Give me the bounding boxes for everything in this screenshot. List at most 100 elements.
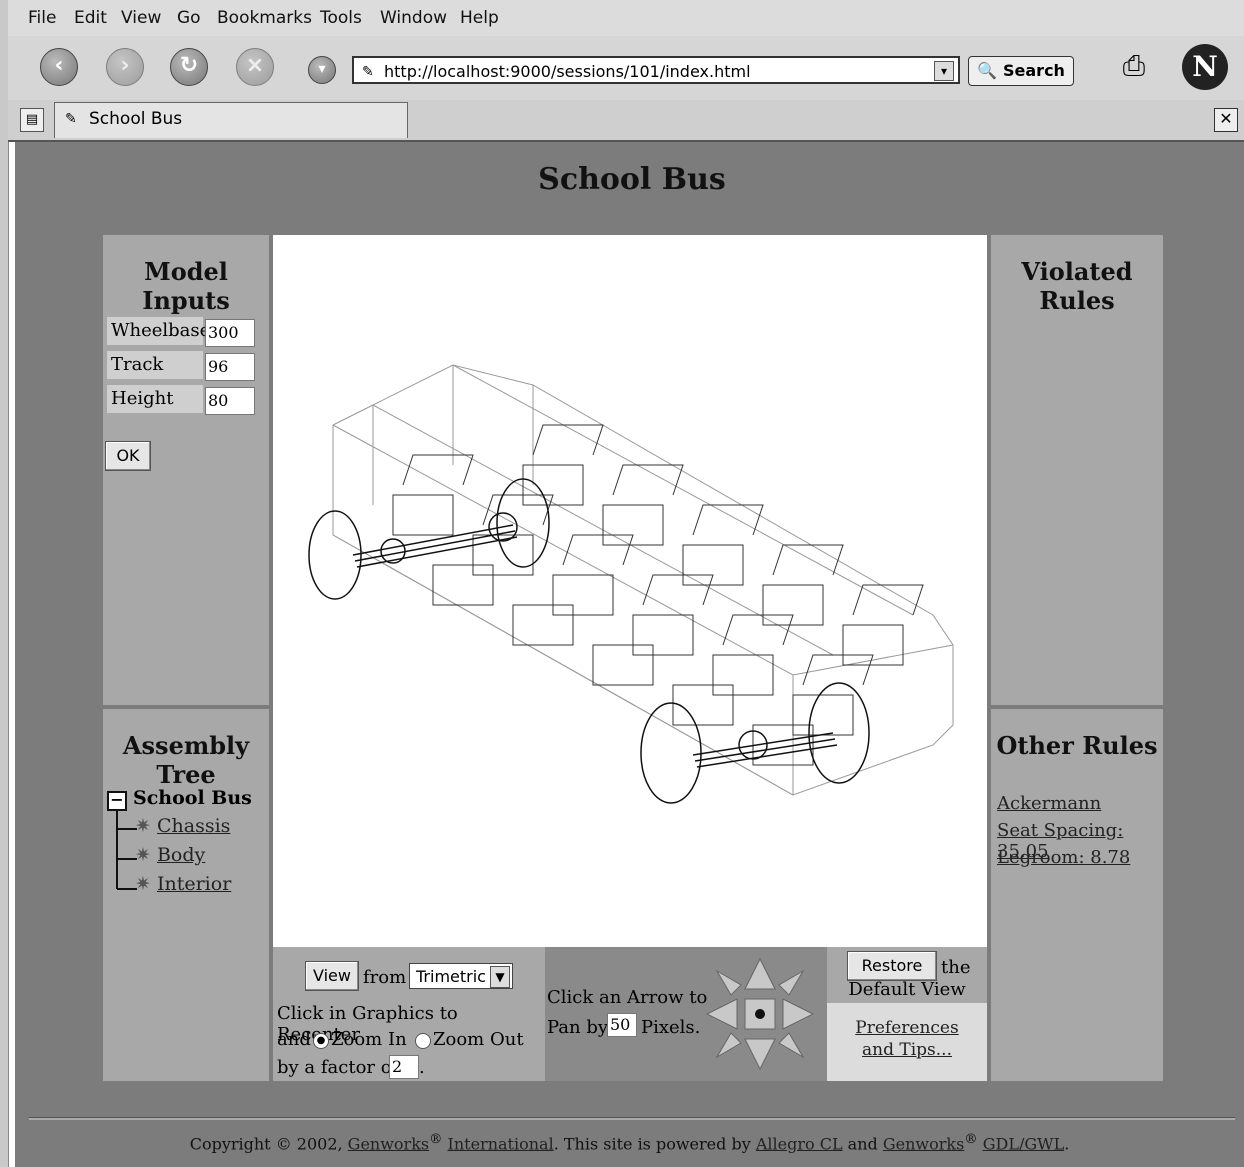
pan-by-label: Pan by	[547, 1017, 609, 1038]
home-dropdown-icon[interactable]: ▾	[308, 56, 336, 84]
height-field[interactable]: 80	[205, 387, 255, 415]
menu-edit[interactable]: Edit	[74, 8, 107, 28]
window-left-edge	[0, 0, 9, 1167]
preferences-box: Preferences and Tips...	[827, 1003, 987, 1081]
back-arrow-icon[interactable]: ‹	[40, 48, 78, 86]
zoom-in-radio[interactable]: ●	[313, 1033, 329, 1049]
menu-tools[interactable]: Tools	[320, 8, 362, 28]
pan-down-left-arrow-icon	[715, 1032, 742, 1059]
model-inputs-heading: Model Inputs	[142, 257, 230, 315]
tree-item-interior[interactable]: ✷ Interior	[135, 873, 231, 895]
page-title: School Bus	[538, 162, 726, 197]
tree-item-body[interactable]: ✷ Body	[135, 844, 205, 866]
violated-rules-panel: Violated Rules	[991, 235, 1163, 705]
url-dropdown-icon[interactable]: ▾	[934, 61, 954, 81]
model-inputs-panel: Model Inputs Wheelbase 300 Track 96 Heig…	[103, 235, 269, 705]
pan-up-left-arrow-icon	[715, 969, 742, 996]
print-icon[interactable]: ⎙	[1112, 48, 1156, 84]
pan-instruction: Click an Arrow to	[547, 987, 708, 1008]
gdl-gwl-link[interactable]: GDL/GWL	[983, 1134, 1064, 1153]
pan-right-arrow-icon	[782, 998, 815, 1030]
and-text: and	[847, 1134, 878, 1154]
new-tab-icon[interactable]: ▤	[20, 108, 44, 132]
close-tab-icon[interactable]: ✕	[1214, 108, 1238, 132]
track-field[interactable]: 96	[205, 353, 255, 381]
zoom-in-label: Zoom In	[331, 1029, 407, 1050]
page-icon: ✎	[362, 64, 374, 80]
school-bus-wireframe	[308, 364, 954, 804]
search-label: Search	[1003, 61, 1065, 80]
menu-file[interactable]: File	[28, 8, 56, 28]
allegro-link[interactable]: Allegro CL	[756, 1134, 843, 1153]
restore-controls: Restore the Default View Preferences and…	[827, 947, 987, 1081]
wheelbase-label: Wheelbase	[107, 317, 210, 345]
tab-school-bus[interactable]: ✎ School Bus	[54, 102, 408, 138]
restore-button[interactable]: Restore	[847, 951, 937, 981]
url-text: http://localhost:9000/sessions/101/index…	[384, 62, 751, 81]
menu-bar: File Edit View Go Bookmarks Tools Window…	[8, 0, 1244, 36]
stop-icon[interactable]: ×	[236, 48, 274, 86]
preferences-link[interactable]: Preferences and Tips...	[837, 1017, 977, 1061]
view-controls: View from Trimetric ▼ Click in Graphics …	[273, 947, 545, 1081]
bus-body-outline	[332, 364, 954, 796]
from-label: from	[363, 967, 407, 988]
rule-link-ackermann[interactable]: Ackermann	[997, 793, 1101, 814]
assembly-tree-panel: Assembly Tree − School Bus ✷ Chassis ✷ B…	[103, 709, 269, 1081]
international-link[interactable]: International	[448, 1134, 554, 1153]
menu-view[interactable]: View	[121, 8, 161, 28]
menu-help[interactable]: Help	[460, 8, 499, 28]
reload-icon[interactable]: ↻	[170, 48, 208, 86]
tree-item-label[interactable]: Chassis	[157, 815, 230, 837]
restore-the-label: the	[941, 957, 971, 978]
tab-label: School Bus	[89, 109, 183, 129]
pan-up-right-arrow-icon	[778, 969, 805, 996]
zoom-factor-field[interactable]: 2	[389, 1055, 419, 1079]
zoom-out-radio[interactable]	[415, 1033, 431, 1049]
pan-up-arrow-icon	[744, 957, 776, 990]
wheelbase-field[interactable]: 300	[205, 319, 255, 347]
navigation-toolbar: ‹ › ↻ × ▾ ✎ http://localhost:9000/sessio…	[8, 36, 1244, 101]
genworks-link[interactable]: Genworks	[348, 1134, 429, 1153]
ok-button[interactable]: OK	[105, 441, 151, 471]
pan-arrows-compass[interactable]	[705, 955, 815, 1073]
tree-item-label[interactable]: Body	[157, 844, 205, 866]
other-rules-heading: Other Rules	[996, 731, 1158, 760]
other-rules-panel: Other Rules Ackermann Seat Spacing: 35.0…	[991, 709, 1163, 1081]
view-button[interactable]: View	[305, 961, 359, 991]
graphics-viewport[interactable]	[273, 235, 987, 947]
menu-window[interactable]: Window	[380, 8, 447, 28]
pan-down-right-arrow-icon	[778, 1032, 805, 1059]
search-button[interactable]: 🔍 Search	[968, 56, 1074, 86]
height-label: Height	[107, 385, 203, 413]
factor-label: by a factor of	[277, 1057, 399, 1078]
tree-root-school-bus[interactable]: School Bus	[133, 787, 252, 809]
pan-pixels-field[interactable]: 50	[607, 1013, 637, 1037]
pan-left-arrow-icon	[705, 998, 738, 1030]
footer-divider	[29, 1117, 1235, 1120]
part-icon: ✷	[135, 815, 151, 837]
assembly-tree-heading: Assembly Tree	[122, 731, 250, 789]
track-label: Track	[107, 351, 203, 379]
url-field[interactable]: ✎ http://localhost:9000/sessions/101/ind…	[352, 56, 960, 84]
forward-arrow-icon[interactable]: ›	[106, 48, 144, 86]
footer: Copyright © 2002, Genworks® Internationa…	[15, 1132, 1244, 1153]
footer-period: .	[1064, 1134, 1070, 1154]
genworks-link-2[interactable]: Genworks	[883, 1134, 964, 1153]
tab-bar: ▤ ✎ School Bus ✕	[8, 100, 1244, 142]
part-icon: ✷	[135, 844, 151, 866]
pan-down-arrow-icon	[744, 1038, 776, 1071]
copyright-text: Copyright © 2002,	[189, 1134, 343, 1154]
menu-bookmarks[interactable]: Bookmarks	[217, 8, 312, 28]
default-view-label: Default View	[848, 979, 966, 1000]
pixels-label: Pixels.	[641, 1017, 701, 1038]
menu-go[interactable]: Go	[177, 8, 201, 28]
tree-item-chassis[interactable]: ✷ Chassis	[135, 815, 230, 837]
view-select[interactable]: Trimetric ▼	[409, 963, 513, 989]
and-label: and	[277, 1029, 311, 1050]
view-select-value: Trimetric	[416, 967, 486, 986]
rule-link-legroom[interactable]: Legroom: 8.78	[997, 847, 1130, 868]
registered-mark-2: ®	[964, 1132, 978, 1147]
tree-item-label[interactable]: Interior	[157, 873, 231, 895]
collapse-toggle-icon[interactable]: −	[107, 791, 127, 811]
chevron-down-icon: ▼	[490, 966, 510, 988]
